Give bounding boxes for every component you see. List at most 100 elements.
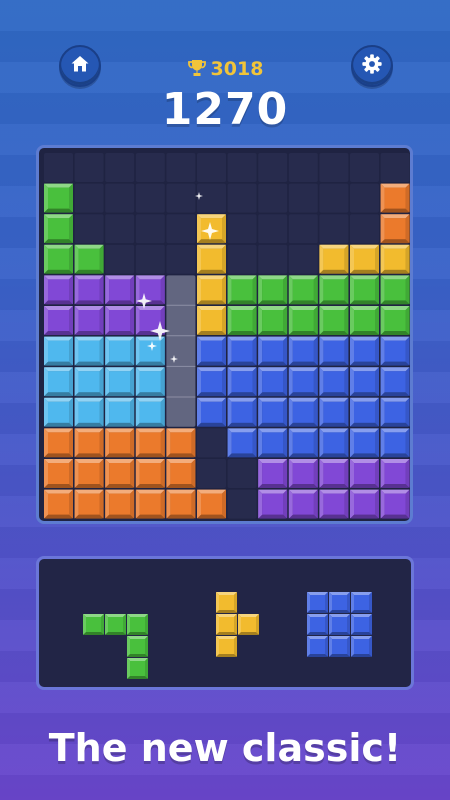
block-blue [319, 367, 349, 397]
game-board[interactable] [36, 145, 413, 524]
tray-piece-blue-block [351, 636, 372, 657]
empty-cell[interactable] [288, 214, 318, 244]
block-purple [105, 306, 135, 335]
empty-cell[interactable] [197, 153, 226, 182]
block-orange [105, 428, 135, 458]
empty-cell[interactable] [258, 183, 288, 213]
block-blue [350, 336, 379, 366]
tray-piece-yellow-block [238, 614, 259, 635]
tray-piece-green-block [127, 636, 148, 657]
empty-cell[interactable] [288, 153, 318, 182]
empty-cell[interactable] [44, 153, 73, 182]
empty-cell[interactable] [227, 153, 257, 182]
block-yellow [319, 244, 349, 274]
empty-cell[interactable] [197, 428, 226, 458]
block-purple [319, 459, 349, 488]
block-blue [380, 367, 410, 397]
block-blue [227, 367, 257, 397]
trophy-icon [187, 60, 206, 76]
block-orange [44, 489, 73, 519]
empty-cell[interactable] [380, 153, 410, 182]
block-green [44, 244, 73, 274]
empty-cell[interactable] [166, 214, 196, 244]
empty-cell[interactable] [135, 214, 165, 244]
block-orange [166, 428, 196, 458]
block-purple [288, 459, 318, 488]
tray-piece-blue-block [329, 592, 350, 613]
empty-cell[interactable] [350, 214, 379, 244]
tray-piece-yellow-block [216, 592, 237, 613]
empty-cell[interactable] [135, 183, 165, 213]
tray-piece-blue-block [329, 636, 350, 657]
block-blue [258, 397, 288, 427]
block-cyan [135, 397, 165, 427]
block-blue [258, 367, 288, 397]
empty-cell[interactable] [227, 214, 257, 244]
empty-cell[interactable] [350, 183, 379, 213]
block-green [227, 275, 257, 305]
empty-cell[interactable] [258, 153, 288, 182]
empty-cell[interactable] [166, 183, 196, 213]
empty-cell[interactable] [350, 153, 379, 182]
block-blue [350, 428, 379, 458]
block-green [319, 306, 349, 335]
empty-cell[interactable] [227, 489, 257, 519]
block-purple [258, 489, 288, 519]
empty-cell[interactable] [135, 153, 165, 182]
piece-tray-canvas [83, 592, 372, 679]
empty-cell[interactable] [105, 153, 135, 182]
block-blue [227, 336, 257, 366]
empty-cell[interactable] [166, 153, 196, 182]
block-blue [288, 336, 318, 366]
block-blue [350, 367, 379, 397]
block-cyan [105, 336, 135, 366]
placement-preview [166, 275, 196, 427]
block-blue [197, 367, 226, 397]
block-orange [105, 459, 135, 488]
empty-cell[interactable] [105, 244, 135, 274]
block-purple [350, 459, 379, 488]
empty-cell[interactable] [105, 183, 135, 213]
empty-cell[interactable] [74, 183, 104, 213]
empty-cell[interactable] [288, 183, 318, 213]
empty-cell[interactable] [227, 183, 257, 213]
block-orange [74, 459, 104, 488]
board-grid[interactable] [42, 151, 413, 524]
empty-cell[interactable] [197, 183, 226, 213]
empty-cell[interactable] [74, 153, 104, 182]
block-cyan [135, 367, 165, 397]
block-purple [350, 489, 379, 519]
empty-cell[interactable] [74, 214, 104, 244]
empty-cell[interactable] [319, 153, 349, 182]
empty-cell[interactable] [197, 459, 226, 488]
block-blue [288, 428, 318, 458]
block-blue [380, 397, 410, 427]
best-score: 3018 [0, 58, 450, 80]
tray-piece-green-block [127, 614, 148, 635]
empty-cell[interactable] [258, 214, 288, 244]
block-blue [380, 336, 410, 366]
empty-cell[interactable] [288, 244, 318, 274]
block-yellow [197, 275, 226, 305]
block-purple [319, 489, 349, 519]
block-blue [319, 397, 349, 427]
block-orange [105, 489, 135, 519]
empty-cell[interactable] [227, 244, 257, 274]
block-purple [44, 306, 73, 335]
empty-cell[interactable] [319, 214, 349, 244]
empty-cell[interactable] [227, 459, 257, 488]
tray-piece-green-block [105, 614, 126, 635]
block-green [319, 275, 349, 305]
block-cyan [44, 336, 73, 366]
tray-piece-blue-block [307, 636, 328, 657]
block-blue [288, 397, 318, 427]
empty-cell[interactable] [319, 183, 349, 213]
empty-cell[interactable] [166, 244, 196, 274]
block-purple [74, 306, 104, 335]
block-orange [166, 459, 196, 488]
empty-cell[interactable] [105, 214, 135, 244]
block-blue [319, 428, 349, 458]
block-green [258, 306, 288, 335]
empty-cell[interactable] [258, 244, 288, 274]
empty-cell[interactable] [135, 244, 165, 274]
